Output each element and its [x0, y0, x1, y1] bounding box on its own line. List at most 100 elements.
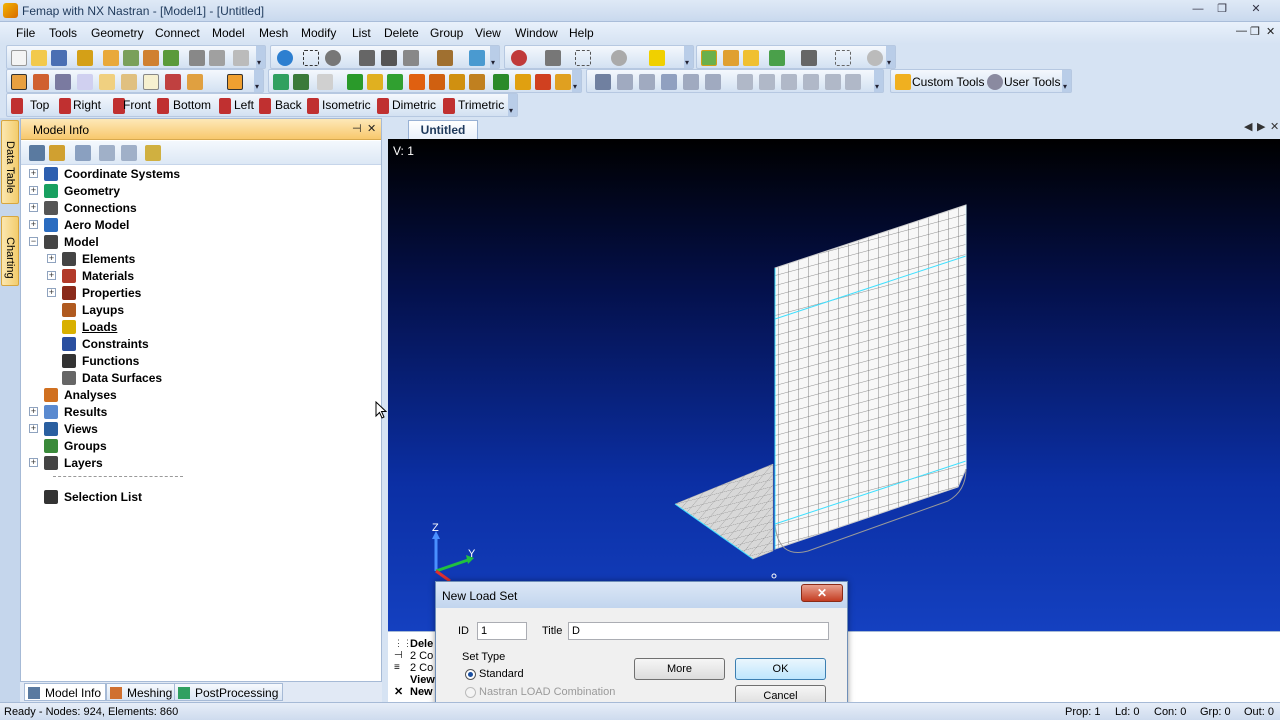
menu-window[interactable]: Window	[515, 26, 558, 40]
save-icon[interactable]	[51, 50, 67, 66]
tree-item-geometry[interactable]: + Geometry	[29, 183, 361, 200]
align-vertical-icon[interactable]	[617, 74, 633, 90]
tab-close-icon[interactable]: ✕	[1270, 120, 1279, 133]
stop-icon[interactable]	[867, 50, 883, 66]
postprocessing-toolbox-icon[interactable]	[121, 74, 137, 90]
tab-data-table[interactable]: Data Table	[1, 120, 19, 204]
mdi-restore-button[interactable]: ❐	[1250, 25, 1260, 38]
view-left-button[interactable]: Left	[234, 98, 254, 112]
entity-editor-icon[interactable]	[33, 74, 49, 90]
menu-connect[interactable]: Connect	[155, 26, 200, 40]
distribute-icon[interactable]	[639, 74, 655, 90]
toolbar-options-grip[interactable]	[254, 70, 263, 92]
post-icon[interactable]	[769, 50, 785, 66]
loop-icon[interactable]	[781, 74, 797, 90]
snap-icon[interactable]	[649, 50, 665, 66]
print-icon[interactable]	[233, 50, 249, 66]
bracket-icon[interactable]	[737, 74, 753, 90]
geometry-export-icon[interactable]	[143, 50, 159, 66]
select-mode-icon[interactable]	[575, 50, 591, 66]
tree-show-icon[interactable]	[99, 145, 115, 161]
tree-expander-icon[interactable]: +	[29, 458, 38, 467]
select-box-icon[interactable]	[303, 50, 319, 66]
title-field[interactable]	[568, 622, 829, 640]
tree-expander-icon[interactable]: +	[29, 220, 38, 229]
element-icon[interactable]	[515, 74, 531, 90]
tree-item-data-surfaces[interactable]: Data Surfaces	[47, 370, 361, 387]
show-entities-icon[interactable]	[701, 50, 717, 66]
messages-close-icon[interactable]: ✕	[394, 685, 403, 698]
tile-icon[interactable]	[683, 74, 699, 90]
toolbar-options-grip[interactable]	[508, 94, 517, 116]
merge-icon[interactable]	[803, 74, 819, 90]
tab-scroll-left-icon[interactable]: ◀	[1244, 120, 1252, 133]
tab-postprocessing[interactable]: PostProcessing	[174, 683, 284, 701]
tab-untitled[interactable]: Untitled	[408, 120, 478, 139]
toolbar-options-grip[interactable]	[684, 46, 693, 68]
minimize-button[interactable]: —	[1186, 1, 1210, 17]
view-bottom-button[interactable]: Bottom	[173, 98, 211, 112]
view-isometric-button[interactable]: Isometric	[322, 98, 371, 112]
standard-radio[interactable]	[465, 669, 476, 680]
toolbar-options-grip[interactable]	[886, 46, 895, 68]
new-file-icon[interactable]	[11, 50, 27, 66]
pin-icon[interactable]: ⊣	[352, 122, 362, 135]
tree-expander-icon[interactable]: +	[47, 271, 56, 280]
toolbar-options-grip[interactable]	[572, 70, 581, 92]
tree-item-layers[interactable]: + Layers	[29, 455, 361, 472]
tab-charting[interactable]: Charting	[1, 216, 19, 286]
tree-options-icon[interactable]	[29, 145, 45, 161]
tree-item-model[interactable]: − Model	[29, 234, 361, 251]
arrow-down-icon[interactable]	[387, 74, 403, 90]
cascade-icon[interactable]	[705, 74, 721, 90]
panel-close-icon[interactable]: ✕	[367, 122, 376, 135]
view-top-button[interactable]: Top	[30, 98, 49, 112]
id-field[interactable]	[477, 622, 527, 640]
mesh-size-icon[interactable]	[293, 74, 309, 90]
tab-meshing[interactable]: Meshing	[106, 683, 178, 701]
tree-expander-icon[interactable]: +	[29, 203, 38, 212]
toolbar-options-grip[interactable]	[490, 46, 499, 68]
toolbar-options-grip[interactable]	[874, 70, 883, 92]
tree-item-selection-list[interactable]: Selection List	[29, 489, 361, 506]
move-icon[interactable]	[347, 74, 363, 90]
menu-tools[interactable]: Tools	[49, 26, 77, 40]
custom-tools-button[interactable]: Custom Tools	[912, 75, 984, 89]
tree-item-analyses[interactable]: Analyses	[29, 387, 361, 404]
cube-icon[interactable]	[403, 50, 419, 66]
messages-options-icon[interactable]: ≡	[394, 662, 400, 673]
world-view-icon[interactable]	[277, 50, 293, 66]
close-window-button[interactable]: ✕	[1244, 1, 1268, 17]
view-back-button[interactable]: Back	[275, 98, 302, 112]
messages-icon[interactable]	[187, 74, 203, 90]
restore-button[interactable]: ❐	[1210, 1, 1234, 17]
dialog-close-button[interactable]: ✕	[801, 584, 843, 602]
more-button[interactable]: More	[634, 658, 725, 680]
menu-file[interactable]: File	[16, 26, 35, 40]
options-icon[interactable]	[845, 74, 861, 90]
editor-icon[interactable]	[227, 74, 243, 90]
export-icon[interactable]	[123, 50, 139, 66]
tree-item-groups[interactable]: Groups	[29, 438, 361, 455]
import-icon[interactable]	[103, 50, 119, 66]
messages-pin-icon[interactable]: ⊣	[394, 650, 403, 661]
tab-model-info[interactable]: Model Info	[24, 683, 107, 701]
tree-item-functions[interactable]: Functions	[47, 353, 361, 370]
graphics-viewport[interactable]: V: 1 Z Y	[388, 139, 1280, 631]
workplane-icon[interactable]	[469, 50, 485, 66]
layers-icon[interactable]	[381, 50, 397, 66]
tree-expander-icon[interactable]: +	[29, 424, 38, 433]
menu-mesh[interactable]: Mesh	[259, 26, 288, 40]
menu-view[interactable]: View	[475, 26, 501, 40]
load-icon[interactable]	[535, 74, 551, 90]
menu-delete[interactable]: Delete	[384, 26, 419, 40]
tree-item-loads[interactable]: Loads	[47, 319, 361, 336]
model-info-icon[interactable]	[11, 74, 27, 90]
open-folder-icon[interactable]	[31, 50, 47, 66]
tree-expander-icon[interactable]: +	[47, 254, 56, 263]
tree-item-results[interactable]: + Results	[29, 404, 361, 421]
entity-select-icon[interactable]	[511, 50, 527, 66]
copy-icon[interactable]	[189, 50, 205, 66]
text-icon[interactable]	[409, 74, 425, 90]
data-table-icon[interactable]	[55, 74, 71, 90]
